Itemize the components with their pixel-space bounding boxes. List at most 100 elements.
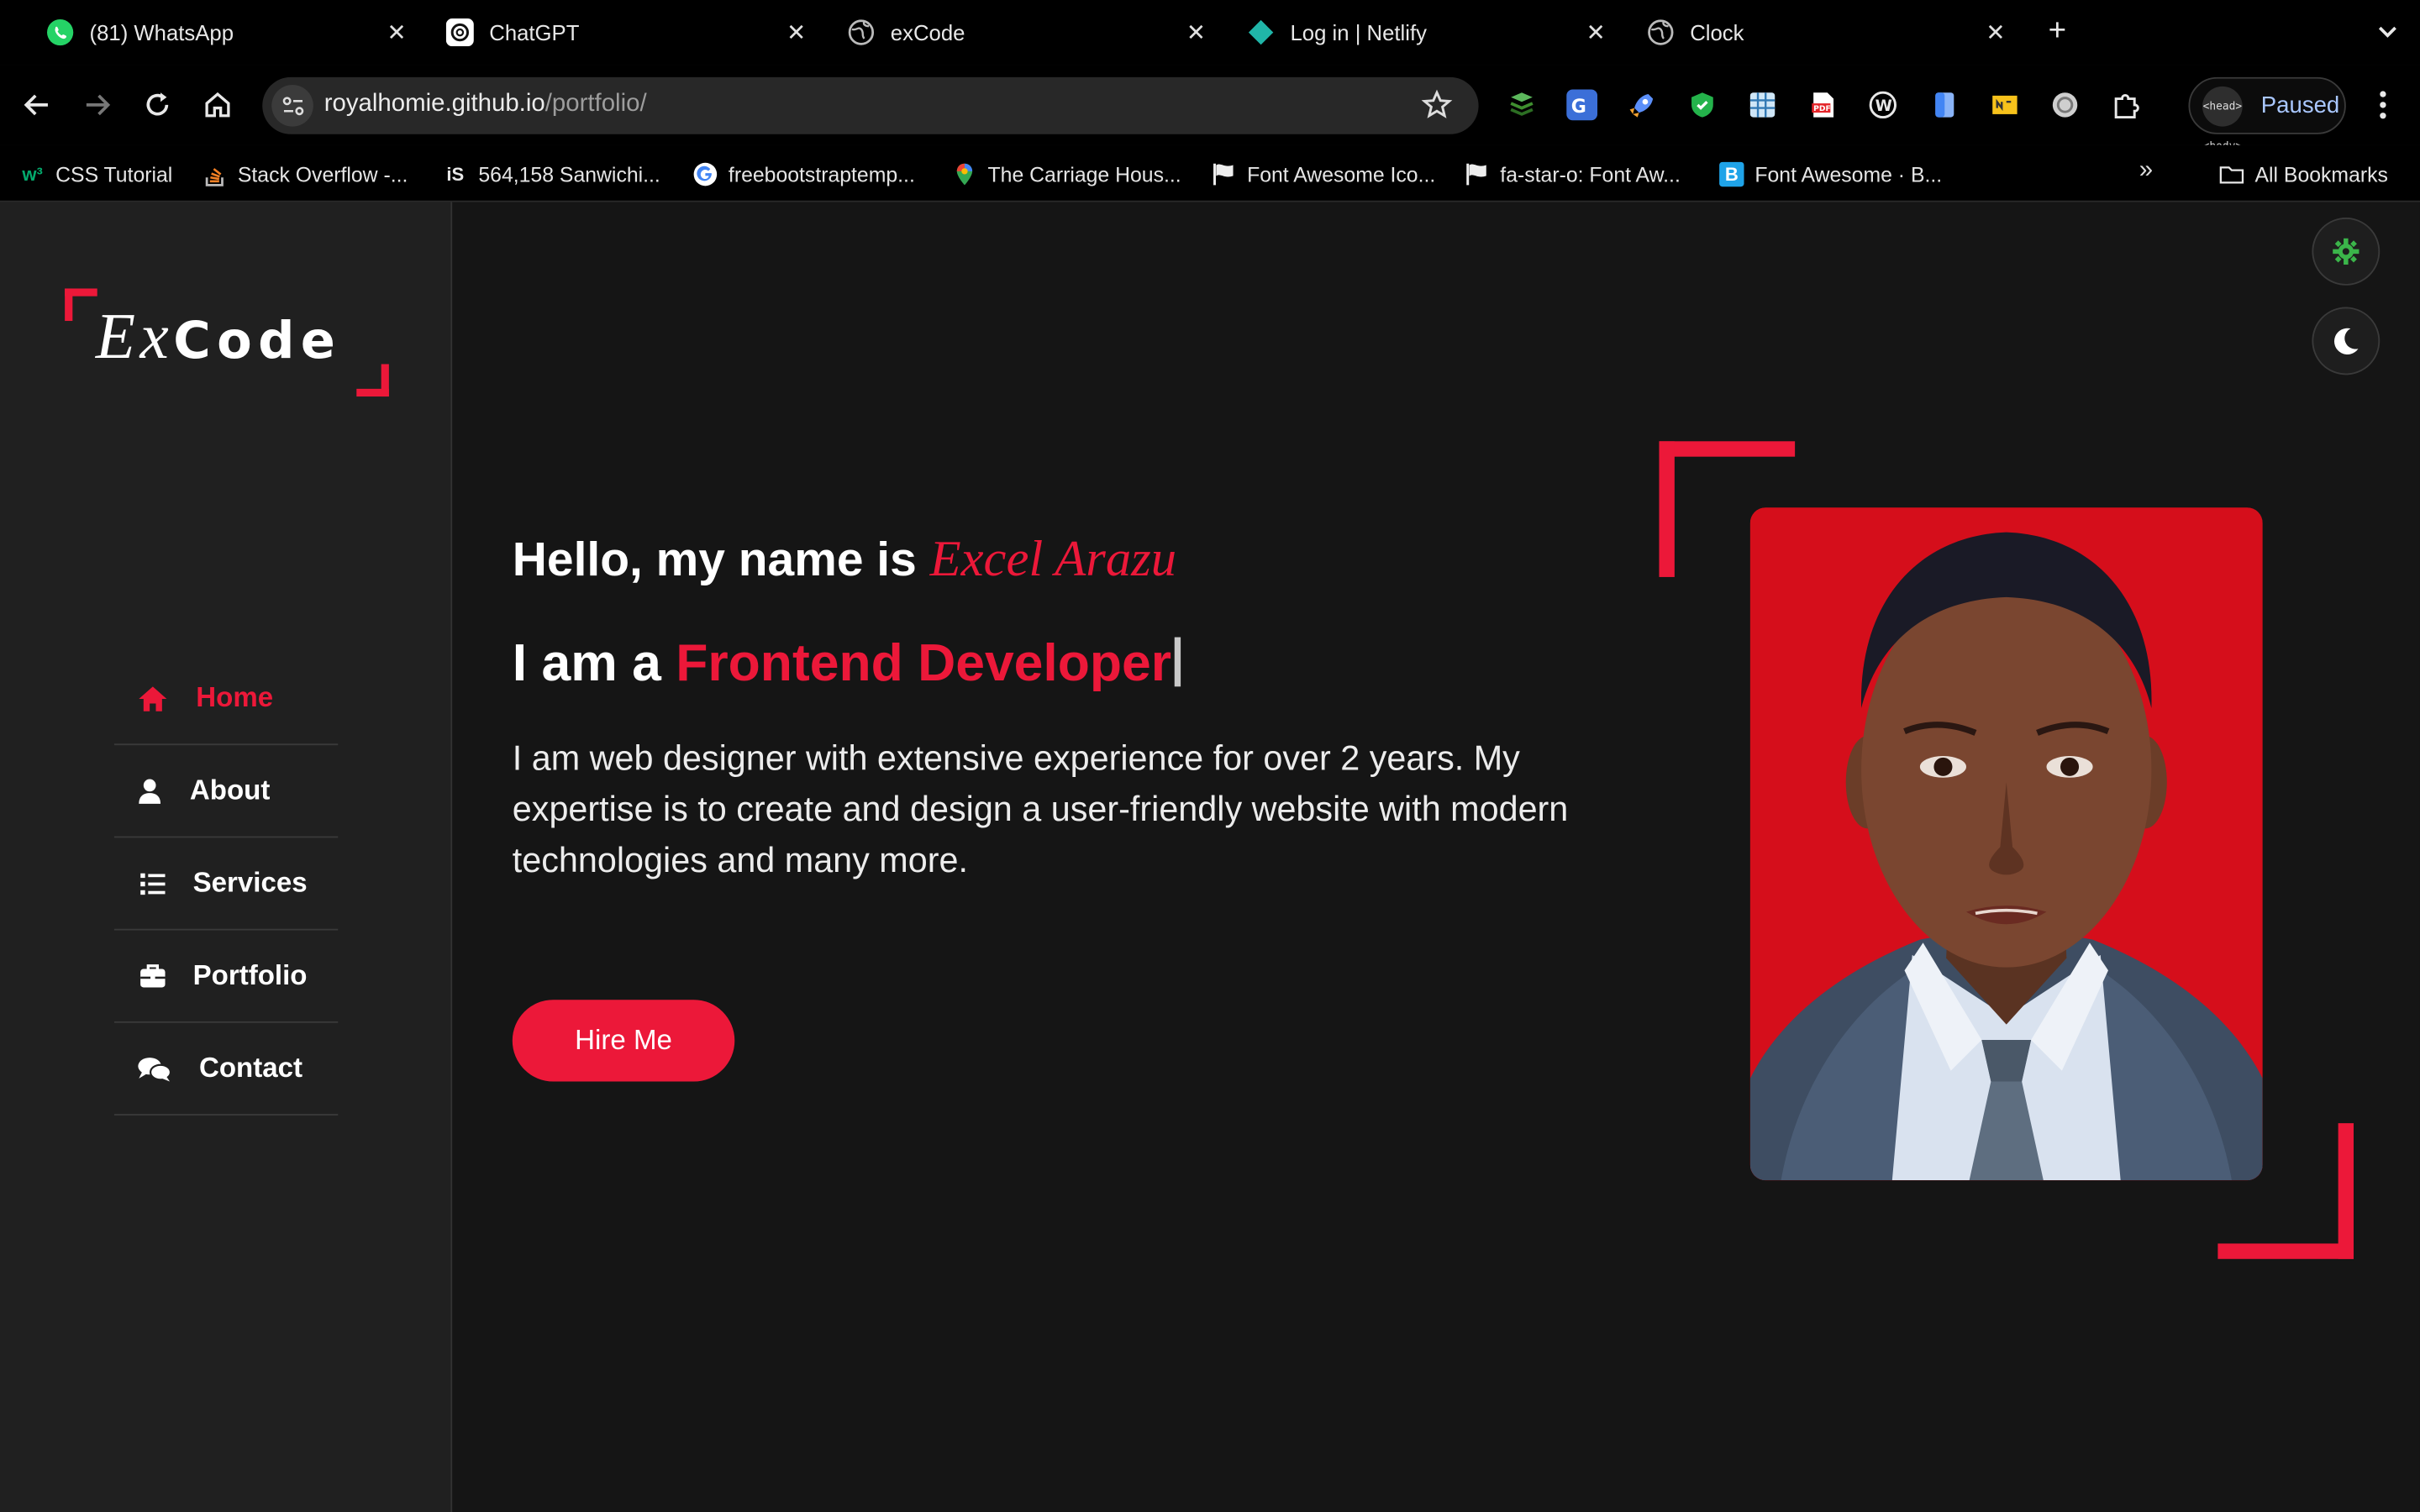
- site-info-icon[interactable]: [271, 85, 313, 127]
- greeting-heading: Hello, my name is Excel Arazu: [513, 533, 1176, 590]
- back-button[interactable]: [17, 85, 57, 125]
- nav-label: Contact: [198, 1052, 302, 1084]
- style-switcher-button[interactable]: [2312, 217, 2381, 286]
- tab-whatsapp[interactable]: (81) WhatsApp ✕: [46, 0, 417, 65]
- bookmark-star-icon[interactable]: [1421, 89, 1453, 121]
- reload-icon: [146, 92, 169, 116]
- browser-toolbar: royalhomie.github.io/portfolio/ G PDF W: [0, 65, 2420, 152]
- shield-icon[interactable]: [1687, 90, 1718, 121]
- colorzilla-icon[interactable]: [2049, 90, 2081, 121]
- site-logo[interactable]: ExCode: [65, 288, 389, 397]
- nav-item-services[interactable]: Services: [113, 837, 339, 931]
- profile-status: Paused: [2260, 92, 2340, 119]
- bookmark-label: CSS Tutorial: [55, 162, 173, 186]
- bookmark-label: freebootstraptemp...: [728, 162, 915, 186]
- all-bookmarks-folder[interactable]: All Bookmarks: [2219, 159, 2388, 190]
- close-icon[interactable]: ✕: [1981, 18, 2009, 46]
- flag-icon: [1465, 162, 1489, 186]
- flag-icon: [1212, 162, 1236, 186]
- puzzle-extensions-icon[interactable]: [2112, 90, 2143, 121]
- bootstrap-icon: B: [1719, 161, 1744, 187]
- nav-item-portfolio[interactable]: Portfolio: [113, 931, 339, 1023]
- address-bar[interactable]: royalhomie.github.io/portfolio/: [262, 76, 1479, 134]
- bookmark-item[interactable]: The Carriage Hous...: [952, 159, 1181, 190]
- docs-icon[interactable]: [1929, 90, 1960, 121]
- grid-extension-icon[interactable]: [1747, 90, 1778, 121]
- tab-netlify[interactable]: Log in | Netlify ✕: [1247, 0, 1618, 65]
- nav-label: Home: [196, 681, 274, 713]
- tab-search-chevron-icon[interactable]: [2374, 17, 2402, 45]
- chevron-double-right-icon[interactable]: »: [2139, 157, 2153, 185]
- briefcase-icon: [137, 960, 168, 991]
- url-path: /portfolio/: [544, 91, 647, 118]
- user-icon: [134, 775, 166, 806]
- rocket-icon[interactable]: [1627, 90, 1658, 121]
- new-tab-button[interactable]: +: [2040, 14, 2074, 48]
- logo-corner: [65, 288, 97, 322]
- bookmark-label: fa-star-o: Font Aw...: [1500, 162, 1681, 186]
- list-icon: [137, 868, 168, 899]
- owner-name: Excel Arazu: [929, 532, 1177, 588]
- extension-stack-icon[interactable]: [1507, 90, 1538, 121]
- globe-icon: [1647, 18, 1675, 46]
- netlify-icon: [1247, 18, 1275, 46]
- hire-me-button[interactable]: Hire Me: [512, 1000, 735, 1082]
- tab-strip: (81) WhatsApp ✕ ChatGPT ✕ exCode ✕ Log i…: [0, 0, 2420, 66]
- more-menu-icon[interactable]: [2368, 87, 2399, 123]
- nav-label: Portfolio: [192, 959, 308, 991]
- bookmark-item[interactable]: w³ CSS Tutorial: [20, 159, 172, 190]
- bookmark-label: The Carriage Hous...: [987, 162, 1181, 186]
- typing-cursor: [1174, 637, 1181, 687]
- close-icon[interactable]: ✕: [782, 18, 810, 46]
- w3schools-icon: w³: [22, 163, 43, 186]
- url-host: royalhomie.github.io: [324, 91, 545, 118]
- bookmark-item[interactable]: fa-star-o: Font Aw...: [1465, 159, 1681, 190]
- intro-paragraph: I am web designer with extensive experie…: [512, 738, 1569, 879]
- profile-photo-frame: [1659, 441, 2354, 1259]
- tab-chatgpt[interactable]: ChatGPT ✕: [445, 0, 817, 65]
- arrow-left-icon: [24, 94, 48, 116]
- url-text: royalhomie.github.io/portfolio/: [324, 91, 647, 118]
- home-button[interactable]: [197, 85, 238, 125]
- forward-button[interactable]: [77, 85, 118, 125]
- close-icon[interactable]: ✕: [1182, 18, 1210, 46]
- svg-text:W: W: [1876, 97, 1892, 115]
- wordtune-icon[interactable]: W: [1867, 90, 1898, 121]
- role-heading: I am a Frontend Developer: [513, 634, 1181, 695]
- sticky-note-icon[interactable]: [1990, 90, 2021, 121]
- avatar: <head> <body>: [2202, 85, 2243, 152]
- bookmark-item[interactable]: iS 564,158 Sanwichi...: [443, 159, 660, 190]
- home-icon: [137, 683, 168, 714]
- moon-icon: [2333, 328, 2359, 354]
- bookmark-item[interactable]: B Font Awesome · B...: [1719, 159, 1942, 190]
- stackoverflow-icon: [203, 162, 227, 186]
- nav-item-about[interactable]: About: [113, 745, 339, 838]
- tab-excode[interactable]: exCode ✕: [847, 0, 1218, 65]
- comments-icon: [137, 1053, 171, 1084]
- nav-label: About: [189, 774, 271, 806]
- bookmark-label: Font Awesome Ico...: [1247, 162, 1436, 186]
- bookmarks-bar: w³ CSS Tutorial Stack Overflow -... iS 5…: [0, 144, 2420, 202]
- bookmark-item[interactable]: Font Awesome Ico...: [1212, 159, 1435, 190]
- nav-item-home[interactable]: Home: [113, 653, 339, 746]
- bookmark-item[interactable]: freebootstraptemp...: [693, 159, 915, 190]
- logo-ex: Ex: [95, 302, 174, 374]
- close-icon[interactable]: ✕: [383, 18, 411, 46]
- pdf-icon[interactable]: PDF: [1807, 90, 1839, 121]
- close-icon[interactable]: ✕: [1582, 18, 1610, 46]
- dark-mode-toggle[interactable]: [2312, 307, 2381, 375]
- istock-icon: iS: [446, 163, 465, 186]
- bookmark-label: 564,158 Sanwichi...: [478, 162, 660, 186]
- google-icon: [693, 162, 718, 186]
- google-translate-icon[interactable]: G: [1566, 89, 1598, 121]
- bookmark-label: Font Awesome · B...: [1754, 162, 1943, 186]
- nav-item-contact[interactable]: Contact: [113, 1023, 339, 1116]
- logo-corner: [356, 364, 389, 397]
- profile-button[interactable]: <head> <body> Paused: [2188, 76, 2346, 152]
- tab-clock[interactable]: Clock ✕: [1647, 0, 2018, 65]
- svg-text:PDF: PDF: [1813, 104, 1831, 113]
- bookmark-item[interactable]: Stack Overflow -...: [203, 159, 408, 190]
- globe-icon: [847, 18, 875, 46]
- reload-button[interactable]: [137, 85, 177, 125]
- profile-photo: [1749, 507, 2263, 1181]
